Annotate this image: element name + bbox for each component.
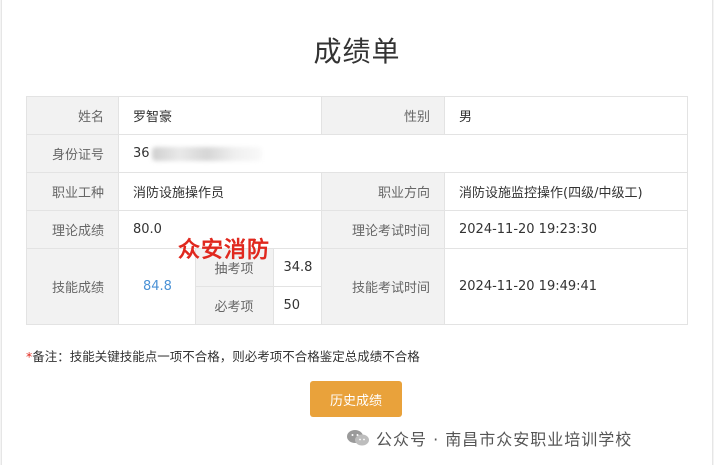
id-value-cell: 36	[118, 134, 688, 173]
id-redaction-blur	[151, 146, 262, 161]
required-item-value: 50	[283, 298, 301, 313]
occupation-value: 消防设施操作员	[118, 172, 322, 211]
transcript-table: 姓名 罗智豪 性别 男 身份证号 36 职业工种 消防设施操作员 职业方向 消防…	[26, 96, 688, 325]
theory-score-label: 理论成绩	[26, 210, 119, 249]
sampled-item-value: 34.8	[273, 249, 321, 287]
skill-time-value: 2024-11-20 19:49:41	[444, 248, 688, 325]
table-row: 姓名 罗智豪 性别 男	[26, 96, 688, 135]
skill-score-label: 技能成绩	[26, 248, 119, 325]
watermark-text: 公众号 · 南昌市众安职业培训学校	[376, 430, 633, 449]
note-text: *备注：技能关键技能点一项不合格，则必考项不合格鉴定总成绩不合格	[26, 346, 420, 365]
table-row: 技能成绩 84.8 抽考项 34.8 必考项 50 技能考试时间 2024-11…	[26, 248, 688, 325]
occupation-label: 职业工种	[26, 172, 119, 211]
page-title: 成绩单	[313, 35, 401, 68]
watermark-stamp-text: 众安消防	[178, 238, 271, 263]
note-body: 备注：技能关键技能点一项不合格，则必考项不合格鉴定总成绩不合格	[32, 349, 420, 364]
table-row: 身份证号 36	[26, 134, 688, 173]
name-label: 姓名	[26, 96, 119, 135]
wechat-watermark: 公众号 · 南昌市众安职业培训学校	[346, 426, 632, 450]
table-row: 职业工种 消防设施操作员 职业方向 消防设施监控操作(四级/中级工)	[26, 172, 688, 211]
wechat-icon	[347, 430, 369, 446]
theory-time-value: 2024-11-20 19:23:30	[444, 210, 688, 249]
id-label: 身份证号	[26, 134, 119, 173]
skill-time-label: 技能考试时间	[321, 248, 445, 325]
id-value: 36	[133, 146, 150, 161]
direction-value: 消防设施监控操作(四级/中级工)	[444, 172, 688, 211]
history-scores-button[interactable]: 历史成绩	[310, 381, 402, 417]
direction-label: 职业方向	[321, 172, 445, 211]
gender-label: 性别	[321, 96, 445, 135]
gender-value: 男	[444, 96, 688, 135]
required-item-label: 必考项	[195, 286, 274, 324]
theory-time-label: 理论考试时间	[321, 210, 445, 249]
table-row: 理论成绩 80.0 理论考试时间 2024-11-20 19:23:30	[26, 210, 688, 249]
name-value: 罗智豪	[118, 96, 322, 135]
